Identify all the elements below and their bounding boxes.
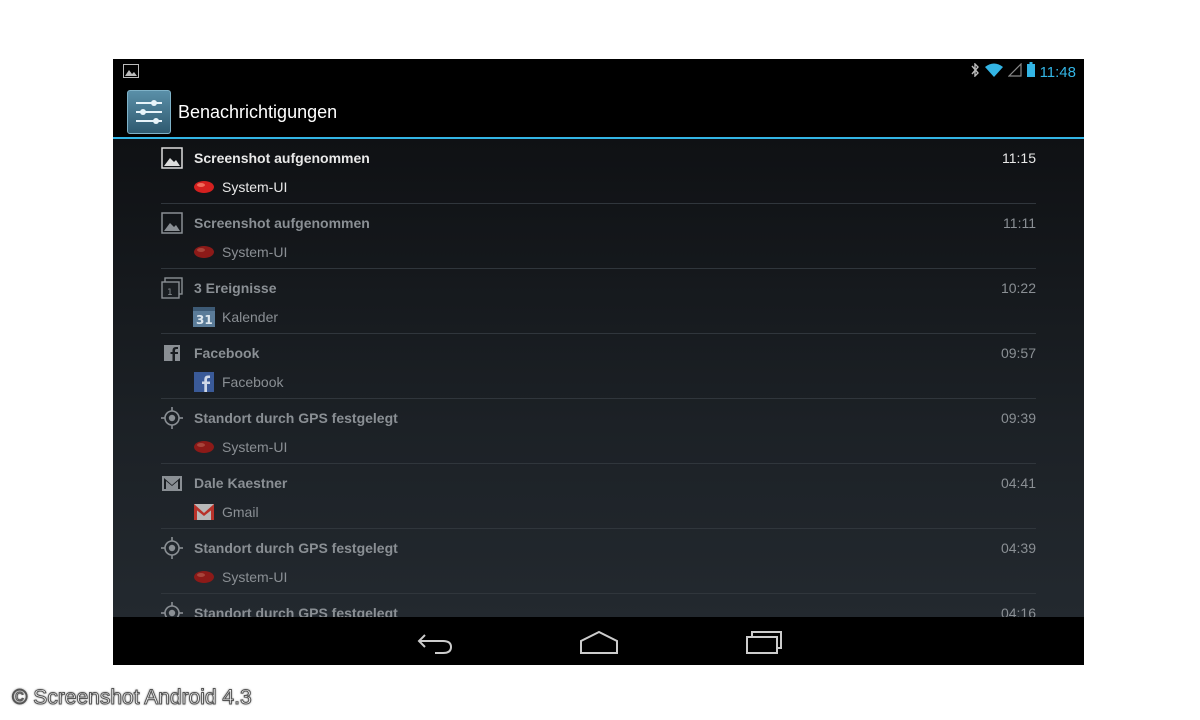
notification-row[interactable]: Standort durch GPS festgelegt 09:39 Syst… bbox=[161, 399, 1036, 464]
notification-title: Facebook bbox=[194, 345, 260, 361]
notification-time: 09:57 bbox=[1000, 345, 1036, 361]
gmail-app-icon bbox=[193, 502, 215, 522]
status-bar: 11:48 bbox=[113, 59, 1084, 85]
notification-row[interactable]: Facebook 09:57 Facebook bbox=[161, 334, 1036, 399]
svg-text:1: 1 bbox=[167, 288, 173, 298]
notification-app: Facebook bbox=[222, 374, 284, 390]
notification-time: 09:39 bbox=[1000, 410, 1036, 426]
status-clock: 11:48 bbox=[1039, 63, 1076, 81]
screenshot-icon bbox=[123, 64, 139, 78]
calendar-icon: 1 bbox=[161, 277, 183, 299]
gps-icon bbox=[161, 537, 183, 559]
notification-list[interactable]: Screenshot aufgenommen 11:15 System-UI S… bbox=[113, 139, 1084, 617]
notification-app: System-UI bbox=[222, 569, 288, 585]
facebook-icon bbox=[161, 342, 183, 364]
notification-title: 3 Ereignisse bbox=[194, 280, 277, 296]
recents-icon[interactable] bbox=[743, 629, 783, 655]
notification-row[interactable]: Dale Kaestner 04:41 Gmail bbox=[161, 464, 1036, 529]
notification-title: Standort durch GPS festgelegt bbox=[194, 540, 398, 556]
notification-app: System-UI bbox=[222, 439, 288, 455]
notification-time: 11:15 bbox=[1002, 150, 1036, 166]
page-title: Benachrichtigungen bbox=[178, 102, 338, 122]
notification-time: 04:41 bbox=[1000, 475, 1036, 491]
signal-icon bbox=[1007, 62, 1022, 82]
notification-title: Screenshot aufgenommen bbox=[194, 215, 370, 231]
status-icons: 11:48 bbox=[970, 61, 1076, 82]
notification-row[interactable]: 1 3 Ereignisse 10:22 31 Kalender bbox=[161, 269, 1036, 334]
notification-title: Standort durch GPS festgelegt bbox=[194, 605, 398, 617]
system-ui-icon bbox=[193, 177, 215, 197]
notification-app: System-UI bbox=[222, 244, 288, 260]
copyright-caption: © Screenshot Android 4.3 bbox=[12, 686, 253, 710]
back-icon[interactable] bbox=[415, 629, 455, 655]
notification-title: Standort durch GPS festgelegt bbox=[194, 410, 398, 426]
image-icon bbox=[161, 147, 183, 169]
notification-row[interactable]: Screenshot aufgenommen 11:11 System-UI bbox=[161, 204, 1036, 269]
navigation-bar bbox=[113, 617, 1084, 665]
settings-sliders-icon[interactable] bbox=[127, 90, 171, 134]
notification-title: Screenshot aufgenommen bbox=[194, 150, 370, 166]
notification-row[interactable]: Screenshot aufgenommen 11:15 System-UI bbox=[161, 139, 1036, 204]
action-bar: Benachrichtigungen bbox=[113, 85, 1084, 139]
notification-time: 04:16 bbox=[1000, 605, 1036, 617]
notification-title: Dale Kaestner bbox=[194, 475, 288, 491]
bluetooth-icon bbox=[970, 61, 980, 82]
android-screen: 11:48 Benachrichtigungen Screenshot aufg… bbox=[113, 59, 1084, 665]
notification-app: Gmail bbox=[222, 504, 259, 520]
kalender-app-icon: 31 bbox=[193, 307, 215, 327]
gps-icon bbox=[161, 407, 183, 429]
wifi-icon bbox=[984, 63, 1003, 82]
notification-time: 04:39 bbox=[1000, 540, 1036, 556]
notification-app: System-UI bbox=[222, 179, 288, 195]
facebook-app-icon bbox=[193, 372, 215, 392]
notification-time: 11:11 bbox=[1003, 215, 1036, 231]
notification-row[interactable]: Standort durch GPS festgelegt 04:16 bbox=[161, 594, 1036, 617]
home-icon[interactable] bbox=[579, 629, 619, 655]
notification-app: Kalender bbox=[222, 309, 279, 325]
battery-icon bbox=[1026, 62, 1035, 82]
mail-icon bbox=[161, 472, 183, 494]
image-icon bbox=[161, 212, 183, 234]
system-ui-icon bbox=[193, 567, 215, 587]
system-ui-icon bbox=[193, 437, 215, 457]
gps-icon bbox=[161, 602, 183, 617]
notification-row[interactable]: Standort durch GPS festgelegt 04:39 Syst… bbox=[161, 529, 1036, 594]
system-ui-icon bbox=[193, 242, 215, 262]
notification-time: 10:22 bbox=[1000, 280, 1036, 296]
svg-text:31: 31 bbox=[196, 313, 213, 327]
